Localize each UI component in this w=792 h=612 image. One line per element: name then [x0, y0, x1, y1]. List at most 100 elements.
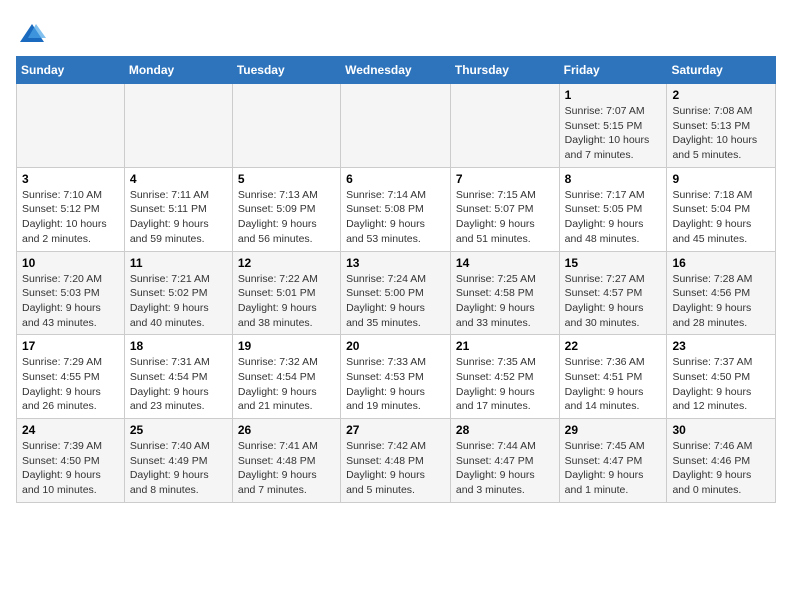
day-info: Sunrise: 7:39 AM Sunset: 4:50 PM Dayligh…	[22, 439, 119, 498]
day-info: Sunrise: 7:10 AM Sunset: 5:12 PM Dayligh…	[22, 188, 119, 247]
calendar-day-cell: 23 Sunrise: 7:37 AM Sunset: 4:50 PM Dayli…	[667, 335, 776, 419]
day-info: Sunrise: 7:21 AM Sunset: 5:02 PM Dayligh…	[130, 272, 227, 331]
calendar-day-cell	[124, 84, 232, 168]
day-info: Sunrise: 7:40 AM Sunset: 4:49 PM Dayligh…	[130, 439, 227, 498]
calendar-day-cell: 1 Sunrise: 7:07 AM Sunset: 5:15 PM Daylig…	[559, 84, 667, 168]
day-number: 24	[22, 423, 119, 437]
day-number: 26	[238, 423, 335, 437]
weekday-header: Monday	[124, 57, 232, 84]
day-number: 7	[456, 172, 554, 186]
day-number: 22	[565, 339, 662, 353]
day-info: Sunrise: 7:28 AM Sunset: 4:56 PM Dayligh…	[672, 272, 770, 331]
day-info: Sunrise: 7:07 AM Sunset: 5:15 PM Dayligh…	[565, 104, 662, 163]
day-number: 4	[130, 172, 227, 186]
day-info: Sunrise: 7:11 AM Sunset: 5:11 PM Dayligh…	[130, 188, 227, 247]
calendar-day-cell: 29 Sunrise: 7:45 AM Sunset: 4:47 PM Dayli…	[559, 419, 667, 503]
day-info: Sunrise: 7:37 AM Sunset: 4:50 PM Dayligh…	[672, 355, 770, 414]
day-number: 27	[346, 423, 445, 437]
calendar: SundayMondayTuesdayWednesdayThursdayFrid…	[16, 56, 776, 503]
day-number: 23	[672, 339, 770, 353]
calendar-day-cell: 11 Sunrise: 7:21 AM Sunset: 5:02 PM Dayli…	[124, 251, 232, 335]
calendar-day-cell: 10 Sunrise: 7:20 AM Sunset: 5:03 PM Dayli…	[17, 251, 125, 335]
calendar-day-cell: 6 Sunrise: 7:14 AM Sunset: 5:08 PM Daylig…	[341, 167, 451, 251]
calendar-day-cell: 25Sunrise: 7:40 AM Sunset: 4:49 PM Dayli…	[124, 419, 232, 503]
calendar-day-cell: 9 Sunrise: 7:18 AM Sunset: 5:04 PM Daylig…	[667, 167, 776, 251]
calendar-day-cell: 7Sunrise: 7:15 AM Sunset: 5:07 PM Daylig…	[450, 167, 559, 251]
calendar-day-cell: 22 Sunrise: 7:36 AM Sunset: 4:51 PM Dayli…	[559, 335, 667, 419]
calendar-day-cell	[17, 84, 125, 168]
calendar-header: SundayMondayTuesdayWednesdayThursdayFrid…	[17, 57, 776, 84]
logo-icon	[18, 20, 46, 48]
day-number: 8	[565, 172, 662, 186]
day-info: Sunrise: 7:41 AM Sunset: 4:48 PM Dayligh…	[238, 439, 335, 498]
day-number: 1	[565, 88, 662, 102]
calendar-day-cell: 21 Sunrise: 7:35 AM Sunset: 4:52 PM Dayli…	[450, 335, 559, 419]
weekday-header: Sunday	[17, 57, 125, 84]
weekday-header: Friday	[559, 57, 667, 84]
day-info: Sunrise: 7:17 AM Sunset: 5:05 PM Dayligh…	[565, 188, 662, 247]
calendar-week-row: 24 Sunrise: 7:39 AM Sunset: 4:50 PM Dayli…	[17, 419, 776, 503]
day-number: 12	[238, 256, 335, 270]
calendar-day-cell	[450, 84, 559, 168]
weekday-header: Thursday	[450, 57, 559, 84]
day-info: Sunrise: 7:20 AM Sunset: 5:03 PM Dayligh…	[22, 272, 119, 331]
day-number: 28	[456, 423, 554, 437]
day-number: 17	[22, 339, 119, 353]
day-info: Sunrise: 7:44 AM Sunset: 4:47 PM Dayligh…	[456, 439, 554, 498]
calendar-day-cell: 24 Sunrise: 7:39 AM Sunset: 4:50 PM Dayli…	[17, 419, 125, 503]
day-info: Sunrise: 7:18 AM Sunset: 5:04 PM Dayligh…	[672, 188, 770, 247]
day-number: 9	[672, 172, 770, 186]
day-number: 20	[346, 339, 445, 353]
calendar-day-cell: 19Sunrise: 7:32 AM Sunset: 4:54 PM Dayli…	[232, 335, 340, 419]
calendar-day-cell: 15Sunrise: 7:27 AM Sunset: 4:57 PM Dayli…	[559, 251, 667, 335]
calendar-day-cell: 30Sunrise: 7:46 AM Sunset: 4:46 PM Dayli…	[667, 419, 776, 503]
calendar-day-cell	[341, 84, 451, 168]
day-number: 29	[565, 423, 662, 437]
day-number: 18	[130, 339, 227, 353]
day-info: Sunrise: 7:35 AM Sunset: 4:52 PM Dayligh…	[456, 355, 554, 414]
calendar-day-cell: 12 Sunrise: 7:22 AM Sunset: 5:01 PM Dayli…	[232, 251, 340, 335]
calendar-day-cell: 8 Sunrise: 7:17 AM Sunset: 5:05 PM Daylig…	[559, 167, 667, 251]
calendar-day-cell: 5 Sunrise: 7:13 AM Sunset: 5:09 PM Daylig…	[232, 167, 340, 251]
calendar-day-cell: 14 Sunrise: 7:25 AM Sunset: 4:58 PM Dayli…	[450, 251, 559, 335]
day-info: Sunrise: 7:14 AM Sunset: 5:08 PM Dayligh…	[346, 188, 445, 247]
calendar-day-cell: 17 Sunrise: 7:29 AM Sunset: 4:55 PM Dayli…	[17, 335, 125, 419]
day-info: Sunrise: 7:36 AM Sunset: 4:51 PM Dayligh…	[565, 355, 662, 414]
calendar-week-row: 1 Sunrise: 7:07 AM Sunset: 5:15 PM Daylig…	[17, 84, 776, 168]
calendar-week-row: 17 Sunrise: 7:29 AM Sunset: 4:55 PM Dayli…	[17, 335, 776, 419]
day-number: 21	[456, 339, 554, 353]
day-number: 3	[22, 172, 119, 186]
day-number: 5	[238, 172, 335, 186]
calendar-day-cell: 27 Sunrise: 7:42 AM Sunset: 4:48 PM Dayli…	[341, 419, 451, 503]
day-number: 10	[22, 256, 119, 270]
logo	[16, 20, 46, 48]
day-number: 30	[672, 423, 770, 437]
weekday-header: Wednesday	[341, 57, 451, 84]
calendar-day-cell: 28 Sunrise: 7:44 AM Sunset: 4:47 PM Dayli…	[450, 419, 559, 503]
calendar-day-cell: 18Sunrise: 7:31 AM Sunset: 4:54 PM Dayli…	[124, 335, 232, 419]
day-number: 14	[456, 256, 554, 270]
calendar-day-cell: 16 Sunrise: 7:28 AM Sunset: 4:56 PM Dayli…	[667, 251, 776, 335]
day-number: 13	[346, 256, 445, 270]
day-info: Sunrise: 7:32 AM Sunset: 4:54 PM Dayligh…	[238, 355, 335, 414]
calendar-day-cell: 4 Sunrise: 7:11 AM Sunset: 5:11 PM Daylig…	[124, 167, 232, 251]
day-number: 6	[346, 172, 445, 186]
day-info: Sunrise: 7:45 AM Sunset: 4:47 PM Dayligh…	[565, 439, 662, 498]
day-info: Sunrise: 7:42 AM Sunset: 4:48 PM Dayligh…	[346, 439, 445, 498]
calendar-body: 1 Sunrise: 7:07 AM Sunset: 5:15 PM Daylig…	[17, 84, 776, 503]
day-info: Sunrise: 7:24 AM Sunset: 5:00 PM Dayligh…	[346, 272, 445, 331]
day-number: 11	[130, 256, 227, 270]
calendar-day-cell	[232, 84, 340, 168]
day-info: Sunrise: 7:29 AM Sunset: 4:55 PM Dayligh…	[22, 355, 119, 414]
day-info: Sunrise: 7:13 AM Sunset: 5:09 PM Dayligh…	[238, 188, 335, 247]
day-info: Sunrise: 7:33 AM Sunset: 4:53 PM Dayligh…	[346, 355, 445, 414]
day-info: Sunrise: 7:25 AM Sunset: 4:58 PM Dayligh…	[456, 272, 554, 331]
calendar-week-row: 10 Sunrise: 7:20 AM Sunset: 5:03 PM Dayli…	[17, 251, 776, 335]
weekday-header: Tuesday	[232, 57, 340, 84]
day-info: Sunrise: 7:22 AM Sunset: 5:01 PM Dayligh…	[238, 272, 335, 331]
weekday-header: Saturday	[667, 57, 776, 84]
day-number: 16	[672, 256, 770, 270]
day-number: 2	[672, 88, 770, 102]
day-info: Sunrise: 7:27 AM Sunset: 4:57 PM Dayligh…	[565, 272, 662, 331]
calendar-day-cell: 20 Sunrise: 7:33 AM Sunset: 4:53 PM Dayli…	[341, 335, 451, 419]
